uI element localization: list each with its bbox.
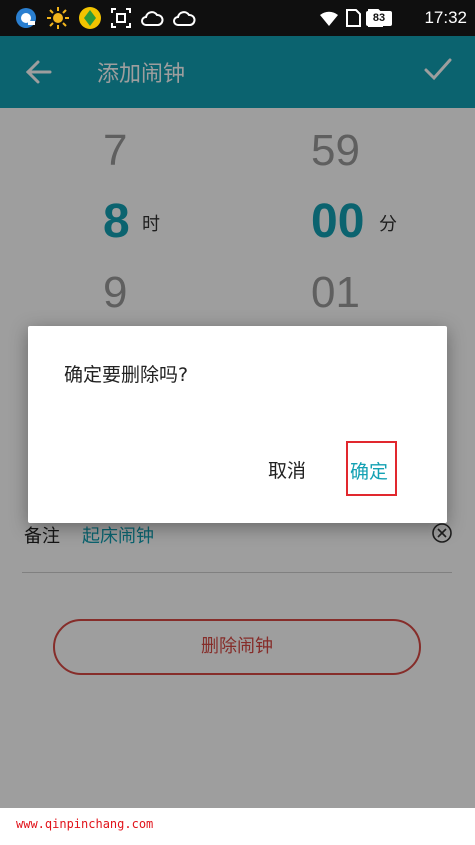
app-q-icon — [16, 8, 36, 28]
sim-signal-icon — [346, 9, 361, 27]
cancel-button[interactable]: 取消 — [268, 456, 306, 483]
screenshot-icon — [111, 8, 131, 28]
cloud-icon — [173, 11, 196, 26]
cloud-icon — [141, 11, 164, 26]
sun-icon — [47, 7, 69, 29]
wifi-icon — [320, 11, 338, 26]
battery-indicator: 83 — [366, 11, 392, 26]
dialog-message: 确定要删除吗? — [64, 364, 189, 386]
watermark: www.qinpinchang.com — [16, 817, 154, 831]
status-bar: 83 17:32 — [0, 0, 475, 36]
confirm-button[interactable]: 确定 — [350, 457, 388, 484]
confirm-delete-dialog: 确定要删除吗? 取消 确定 — [28, 326, 447, 523]
confirm-button-highlight[interactable]: 确定 — [346, 441, 397, 496]
app-green-icon — [79, 7, 101, 29]
status-time: 17:32 — [424, 8, 467, 27]
